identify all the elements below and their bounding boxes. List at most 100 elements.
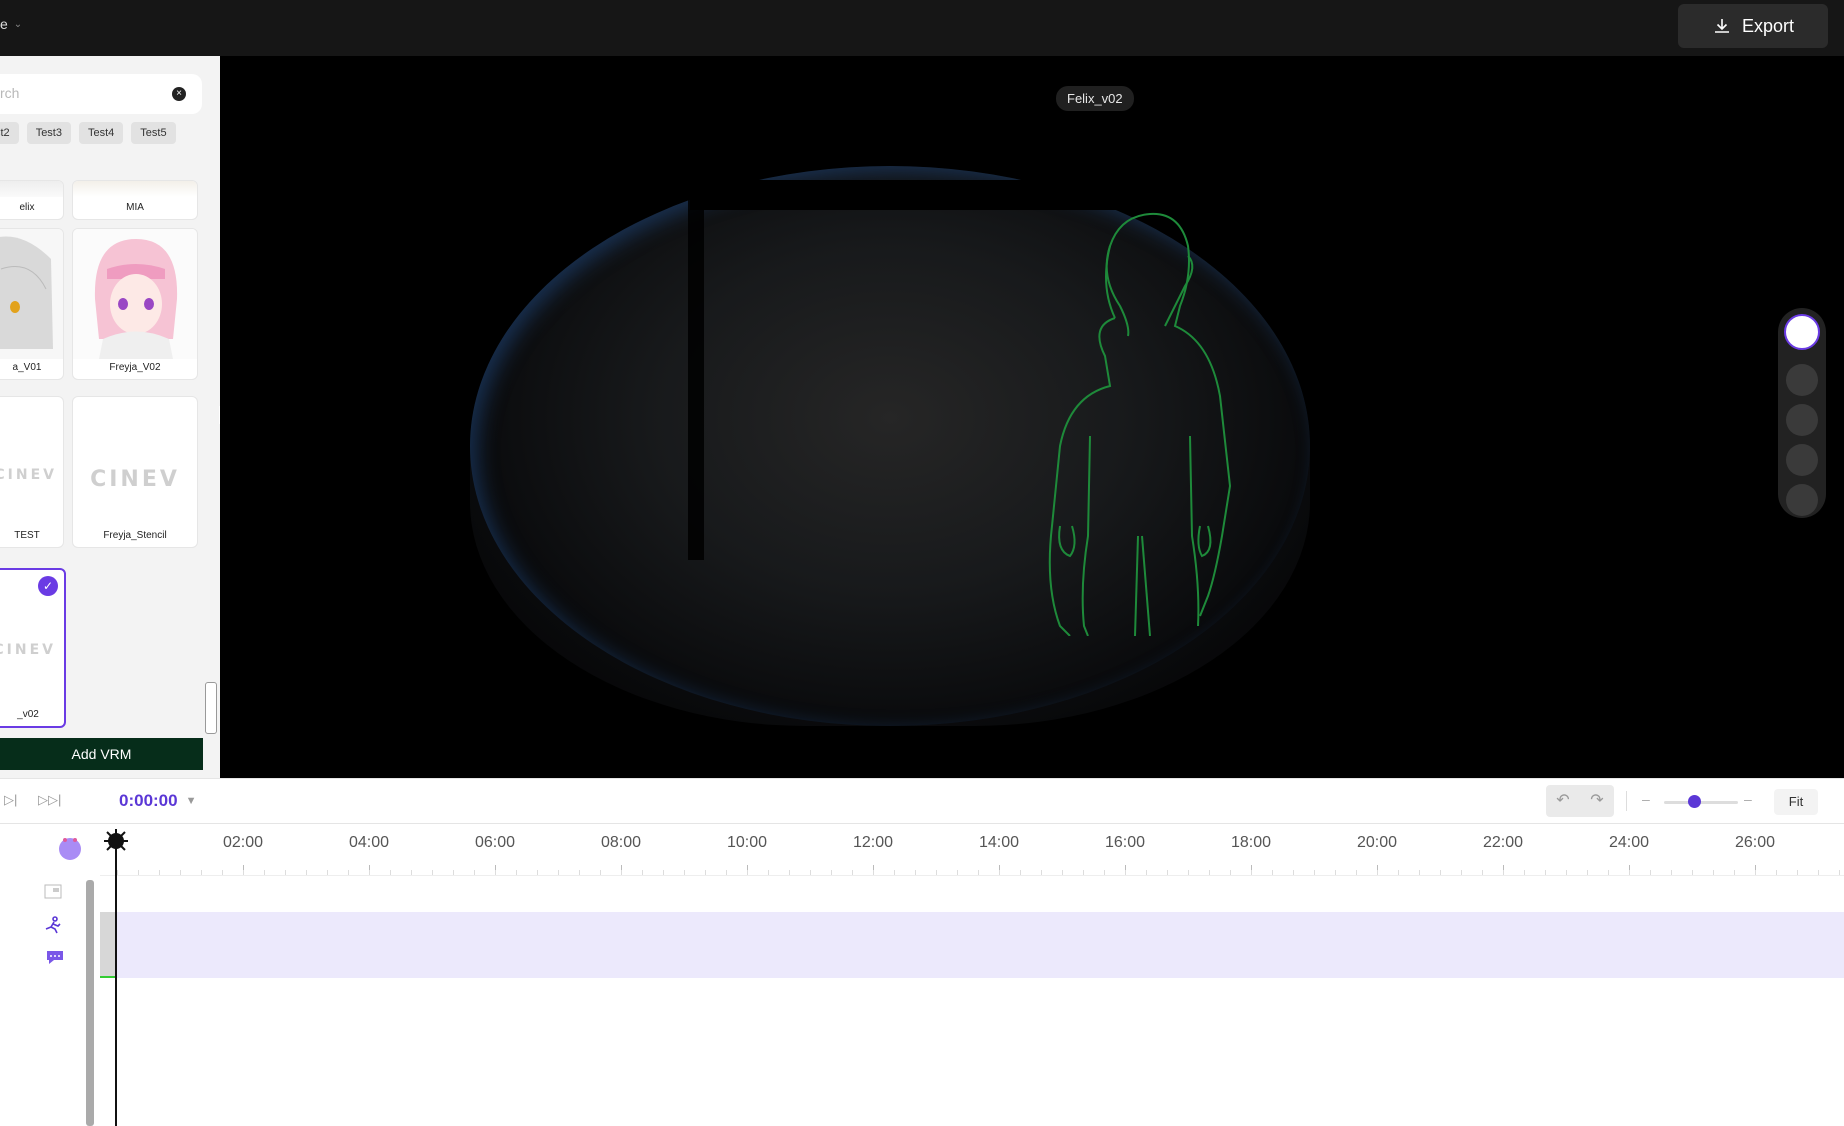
avatar-name: TEST: [14, 530, 40, 541]
zoom-slider-handle[interactable]: [1688, 795, 1701, 808]
avatar-card[interactable]: a_V01: [0, 228, 64, 380]
download-icon: [1714, 19, 1729, 33]
vrm-library-panel: rch × st2 Test3 Test4 Test5 elix MIA a_V…: [0, 56, 220, 778]
ruler-minor-tick: [852, 870, 853, 875]
time-ruler[interactable]: 02:00 04:00 06:00 08:00 10:00 12:00 14:00 16:00…: [100, 824, 1844, 876]
panel-scrollbar[interactable]: [205, 682, 217, 734]
avatar-slot[interactable]: [1786, 484, 1818, 516]
chevron-down-icon: ▼: [185, 795, 197, 807]
avatar-slot[interactable]: [1786, 364, 1818, 396]
ruler-minor-tick: [726, 870, 727, 875]
timecode-display[interactable]: 0:00:00 ▼: [119, 791, 197, 811]
ruler-minor-tick: [1041, 870, 1042, 875]
tag-filter[interactable]: Test5: [131, 122, 176, 144]
zoom-slider[interactable]: [1664, 801, 1738, 804]
fit-button[interactable]: Fit: [1774, 789, 1818, 815]
avatar-slot[interactable]: [1786, 444, 1818, 476]
avatar-card-selected[interactable]: ✓ CINEV _v02: [0, 568, 66, 728]
selected-track-row[interactable]: [100, 912, 1844, 978]
ruler-minor-tick: [1398, 870, 1399, 875]
ruler-minor-tick: [1020, 870, 1021, 875]
chevron-down-icon: ⌄: [13, 18, 23, 30]
ruler-minor-tick: [285, 870, 286, 875]
avatar-slot[interactable]: [1786, 404, 1818, 436]
clip-start[interactable]: [100, 912, 116, 978]
ruler-minor-tick: [1629, 870, 1630, 875]
ruler-label: 08:00: [600, 834, 642, 851]
avatar-card[interactable]: MIA: [72, 180, 198, 220]
skip-to-end-icon[interactable]: ▷▷|: [38, 792, 61, 808]
ruler-label: 26:00: [1734, 834, 1776, 851]
ruler-minor-tick: [201, 870, 202, 875]
ruler-minor-tick: [978, 870, 979, 875]
ruler-minor-tick: [474, 870, 475, 875]
ruler-minor-tick: [642, 870, 643, 875]
placeholder-logo: CINEV: [90, 467, 180, 492]
ruler-minor-tick: [1062, 870, 1063, 875]
tag-filter[interactable]: Test3: [26, 122, 71, 144]
dialogue-track-icon[interactable]: [45, 948, 65, 966]
ruler-label: 22:00: [1482, 834, 1524, 851]
placeholder-logo: CINEV: [0, 642, 56, 658]
ruler-minor-tick: [1293, 870, 1294, 875]
avatar-track-icon[interactable]: [58, 836, 82, 860]
motion-track-icon[interactable]: [43, 916, 63, 934]
undo-icon[interactable]: ↶: [1546, 785, 1580, 817]
ruler-minor-tick: [369, 870, 370, 875]
tag-filter[interactable]: st2: [0, 122, 19, 144]
timeline-body: 02:00 04:00 06:00 08:00 10:00 12:00 14:00 16:00…: [0, 824, 1844, 1126]
selected-avatar-label: Felix_v02: [1056, 86, 1134, 111]
redo-icon[interactable]: ↷: [1580, 785, 1614, 817]
ruler-minor-tick: [1251, 870, 1252, 875]
export-label: Export: [1741, 15, 1795, 36]
search-input[interactable]: rch ×: [0, 74, 202, 114]
avatar-slot-active[interactable]: [1784, 314, 1820, 350]
ruler-minor-tick: [1356, 870, 1357, 875]
ruler-minor-tick: [579, 870, 580, 875]
ruler-minor-tick: [1461, 870, 1462, 875]
avatar-card[interactable]: elix: [0, 180, 64, 220]
ruler-minor-tick: [600, 870, 601, 875]
audio-level-line: [100, 976, 116, 978]
ruler-minor-tick: [1545, 870, 1546, 875]
camera-track-icon[interactable]: [44, 884, 62, 900]
track-scrollbar[interactable]: [86, 880, 94, 1126]
scene-viewport[interactable]: Felix_v02: [220, 56, 1844, 778]
ruler-minor-tick: [495, 870, 496, 875]
ruler-minor-tick: [1608, 870, 1609, 875]
step-forward-icon[interactable]: ▷|: [4, 792, 17, 808]
avatar-card[interactable]: CINEV Freyja_Stencil: [72, 396, 198, 548]
avatar-outline[interactable]: [960, 156, 1250, 636]
ruler-minor-tick: [138, 870, 139, 875]
ruler-minor-tick: [1335, 870, 1336, 875]
add-vrm-button[interactable]: Add VRM: [0, 738, 203, 770]
ruler-minor-tick: [180, 870, 181, 875]
ruler-minor-tick: [768, 870, 769, 875]
ruler-minor-tick: [999, 870, 1000, 875]
ruler-minor-tick: [1566, 870, 1567, 875]
ruler-minor-tick: [1440, 870, 1441, 875]
ruler-minor-tick: [810, 870, 811, 875]
zoom-in-icon[interactable]: –: [1744, 791, 1752, 807]
export-button[interactable]: Export: [1678, 4, 1828, 48]
ruler-minor-tick: [1272, 870, 1273, 875]
project-menu[interactable]: e ⌄: [0, 16, 22, 32]
ruler-minor-tick: [222, 870, 223, 875]
playhead-line[interactable]: [115, 834, 117, 1126]
ruler-label: 16:00: [1104, 834, 1146, 851]
avatar-card[interactable]: CINEV TEST: [0, 396, 64, 548]
ruler-minor-tick: [915, 870, 916, 875]
avatar-card[interactable]: Freyja_V02: [72, 228, 198, 380]
check-icon: ✓: [38, 576, 58, 596]
playhead-handle-icon[interactable]: [103, 828, 129, 854]
timecode-value: 0:00:00: [119, 791, 178, 810]
ruler-label: 12:00: [852, 834, 894, 851]
ruler-minor-tick: [243, 870, 244, 875]
placeholder-logo: CINEV: [0, 467, 57, 483]
ruler-minor-tick: [432, 870, 433, 875]
ruler-minor-tick: [306, 870, 307, 875]
tag-filter[interactable]: Test4: [78, 122, 124, 144]
zoom-out-icon[interactable]: –: [1642, 791, 1650, 807]
clear-search-icon[interactable]: ×: [172, 87, 186, 101]
ruler-minor-tick: [663, 870, 664, 875]
